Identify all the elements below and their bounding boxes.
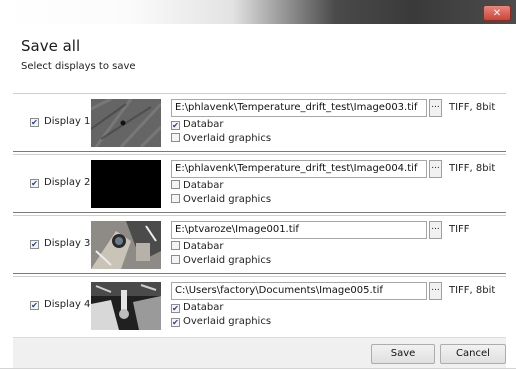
display-2-databar-option[interactable]: Databar <box>171 180 223 191</box>
dialog-subtitle: Select displays to save <box>21 61 136 72</box>
overlaid-graphics-label: Overlaid graphics <box>183 133 272 144</box>
save-button[interactable]: Save <box>371 344 435 364</box>
display-3-checkbox[interactable]: ✔ <box>30 240 39 249</box>
close-button[interactable]: ✕ <box>483 5 511 21</box>
display-1-databar-option[interactable]: ✔ Databar <box>171 119 223 130</box>
row-divider <box>13 273 506 274</box>
display-3-databar-option[interactable]: Databar <box>171 241 223 252</box>
display-1-browse-button[interactable]: ... <box>429 99 442 117</box>
overlaid-graphics-label: Overlaid graphics <box>183 194 272 205</box>
display-3-path-input[interactable]: E:\ptvaroze\Image001.tif <box>171 221 427 239</box>
databar-label: Databar <box>183 241 224 252</box>
databar-label: Databar <box>183 180 224 191</box>
cancel-button[interactable]: Cancel <box>440 344 506 364</box>
display-4-thumbnail <box>91 282 161 330</box>
row-divider <box>13 151 506 152</box>
display-3-databar-checkbox[interactable] <box>171 241 180 250</box>
display-4-format: TIFF, 8bit <box>449 285 496 296</box>
display-2-label: Display 2 <box>44 177 91 188</box>
display-3-thumbnail <box>91 221 161 269</box>
display-4-checkbox[interactable]: ✔ <box>30 301 39 310</box>
display-3-format: TIFF <box>449 224 470 235</box>
display-1-label: Display 1 <box>44 116 91 127</box>
display-3-browse-button[interactable]: ... <box>429 221 442 239</box>
display-row-2: ✔ Display 2 E:\phlavenk\Temperature_drif… <box>13 154 506 212</box>
display-1-databar-checkbox[interactable]: ✔ <box>171 121 180 130</box>
display-1-format: TIFF, 8bit <box>449 102 496 113</box>
display-4-browse-button[interactable]: ... <box>429 282 442 300</box>
display-2-browse-button[interactable]: ... <box>429 160 442 178</box>
window-frame-left <box>0 24 8 369</box>
display-list: ✔ Display 1 E:\phlavenk\Temperature_drif… <box>13 93 506 336</box>
display-2-overlaid-checkbox[interactable] <box>171 194 180 203</box>
dialog-content: Save all Select displays to save ✔ Displ… <box>9 25 508 369</box>
display-1-checkbox[interactable]: ✔ <box>30 118 39 127</box>
display-1-overlaid-option[interactable]: Overlaid graphics <box>171 133 271 144</box>
display-4-databar-option[interactable]: ✔ Databar <box>171 302 223 313</box>
display-2-overlaid-option[interactable]: Overlaid graphics <box>171 194 271 205</box>
row-divider <box>13 212 506 213</box>
display-row-1: ✔ Display 1 E:\phlavenk\Temperature_drif… <box>13 93 506 151</box>
display-2-format: TIFF, 8bit <box>449 163 496 174</box>
overlaid-graphics-label: Overlaid graphics <box>183 316 272 327</box>
title-bar[interactable]: ✕ <box>0 0 516 24</box>
display-4-label: Display 4 <box>44 299 91 310</box>
display-row-4: ✔ Display 4 C:\Users\factory\Documents\I… <box>13 276 506 334</box>
display-4-path-input[interactable]: C:\Users\factory\Documents\Image005.tif <box>171 282 427 300</box>
display-1-thumbnail <box>91 99 161 147</box>
display-2-databar-checkbox[interactable] <box>171 180 180 189</box>
display-2-thumbnail <box>91 160 161 208</box>
display-row-3: ✔ Display 3 E:\ptvaroze\Image001.tif ...… <box>13 215 506 273</box>
display-1-path-input[interactable]: E:\phlavenk\Temperature_drift_test\Image… <box>171 99 427 117</box>
display-4-overlaid-checkbox[interactable]: ✔ <box>171 318 180 327</box>
display-4-overlaid-option[interactable]: ✔ Overlaid graphics <box>171 316 271 327</box>
dialog-title: Save all <box>21 37 81 55</box>
display-2-path-input[interactable]: E:\phlavenk\Temperature_drift_test\Image… <box>171 160 427 178</box>
display-1-overlaid-checkbox[interactable] <box>171 133 180 142</box>
close-icon: ✕ <box>492 8 502 19</box>
display-3-overlaid-option[interactable]: Overlaid graphics <box>171 255 271 266</box>
save-all-window: ✕ Save all Select displays to save ✔ Dis… <box>0 0 516 369</box>
display-3-overlaid-checkbox[interactable] <box>171 255 180 264</box>
display-2-checkbox[interactable]: ✔ <box>30 179 39 188</box>
overlaid-graphics-label: Overlaid graphics <box>183 255 272 266</box>
dialog-footer: Save Cancel <box>13 337 506 369</box>
display-4-databar-checkbox[interactable]: ✔ <box>171 304 180 313</box>
databar-label: Databar <box>183 302 224 313</box>
window-frame-right <box>508 24 516 369</box>
display-3-label: Display 3 <box>44 238 91 249</box>
databar-label: Databar <box>183 119 224 130</box>
